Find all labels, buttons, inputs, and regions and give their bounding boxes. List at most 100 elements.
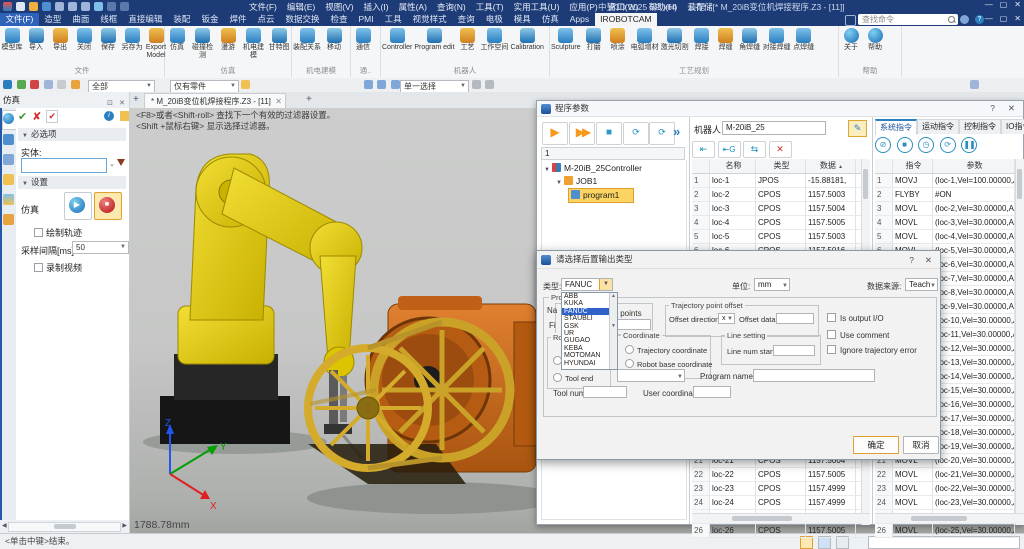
dialog-help-icon[interactable]: ? [909,252,914,269]
apply-options-icon[interactable]: ✔ [46,110,58,123]
filter-type-icon-2[interactable] [377,80,387,89]
type-dropdown-arrow[interactable]: ▼ [599,279,612,290]
save-icon[interactable] [42,2,51,11]
expand-pane-icon[interactable]: » [673,124,680,139]
filter-extra-icon[interactable] [969,80,979,89]
ribbon-tab[interactable]: 检查 [325,13,353,26]
type-option[interactable]: MOTOMAN [562,352,610,359]
instructions-vscrollbar[interactable] [1015,159,1024,525]
ribbon-button[interactable]: 工作空间 [479,28,509,52]
instruction-row[interactable]: 2 FLYBY #ON [875,188,1017,202]
ignore-trajectory-error-checkbox[interactable]: Ignore trajectory error [827,345,917,355]
search-input[interactable]: 查找命令 [858,14,958,25]
ribbon-tab[interactable]: 点云 [252,13,280,26]
ribbon-tab[interactable]: 文件(F) [0,13,39,26]
location-row[interactable]: 23 loc-23 CPOS 1157.4999 [692,482,864,496]
app-logo-icon[interactable] [3,2,12,11]
ribbon-button[interactable]: 通信 [351,28,375,52]
record-video-checkbox[interactable]: 录制视频 [34,261,82,274]
add-selection-icon[interactable] [16,80,26,89]
menu-item[interactable]: 实用工具(U) [509,1,565,13]
panel-tab-assembly-icon[interactable] [3,154,14,165]
stop-simulation-button[interactable]: ■ [94,192,122,220]
instructions-hscrollbar[interactable] [875,513,1024,523]
loop-continuous-button[interactable]: ⟳ [649,122,675,145]
remove-selection-icon[interactable] [30,80,40,89]
menu-item[interactable]: 文件(F) [244,1,282,13]
ribbon-tab[interactable]: 工具 [379,13,407,26]
help-icon[interactable]: ? [975,15,984,24]
loop-once-button[interactable]: ⟳ [623,122,649,145]
settings-section-header[interactable]: ▼ 设置 [18,176,126,189]
new-file-icon[interactable] [16,2,25,11]
flag-icon[interactable] [485,80,495,89]
ribbon-button[interactable]: 角焊缝 [738,28,762,52]
panel-tab-library-icon[interactable] [3,174,14,185]
ribbon-tab[interactable]: PMI [353,13,379,26]
ribbon-button[interactable]: 喷涂 [606,28,630,52]
program-window-help-icon[interactable]: ? [990,101,995,116]
ribbon-button[interactable]: 激光切割 [660,28,690,52]
offset-data-input[interactable] [776,313,814,324]
locations-table-header[interactable]: 名称 类型 数据 ▲ [692,159,864,174]
doc-page-icon[interactable] [120,111,129,121]
confirm-icon[interactable]: ✔ [18,110,27,123]
pause-instruction-icon[interactable]: ❚❚ [961,137,978,153]
instruction-row[interactable]: 22 MOVL (loc-21,Vel=30.00000,Acc=40. [875,468,1017,482]
locations-hscrollbar[interactable] [692,513,870,523]
menu-item[interactable]: 插入(I) [359,1,394,13]
ribbon-button[interactable]: 移动 [322,28,346,52]
location-row[interactable]: 4 loc-4 CPOS 1157.5005 [692,216,864,230]
panel-tab-simulation-icon[interactable] [3,113,14,124]
instructions-table-header[interactable]: 指令 参数 [875,159,1017,174]
filter-funnel-icon[interactable] [117,159,125,166]
use-comment-checkbox[interactable]: Use comment [827,330,889,340]
instruction-row[interactable]: 23 MOVL (loc-22,Vel=30.00000,Acc=40. [875,482,1017,496]
trajectory-coordinate-radio[interactable]: Trajectory coordinate [625,345,707,355]
add-tab-button[interactable]: + [306,94,312,105]
ribbon-tab[interactable]: 直接编辑 [123,13,168,26]
ribbon-tab[interactable]: 焊件 [224,13,252,26]
filter-refresh-icon[interactable] [241,80,251,89]
search-icon[interactable] [948,16,955,23]
ribbon-button[interactable]: 焊缝 [714,28,738,52]
instruction-row[interactable]: 4 MOVL (loc-3,Vel=30.00000,Acc=40.0 [875,216,1017,230]
ribbon-tab[interactable]: 模具 [508,13,536,26]
pick-arrow-icon[interactable] [3,80,12,89]
print-icon[interactable] [55,2,64,11]
undo-icon[interactable] [68,2,77,11]
instruction-row[interactable]: 24 MOVL (loc-23,Vel=30.00000,Acc=40. [875,496,1017,510]
parts-only-dropdown[interactable]: 仅有零件 ▼ [170,79,239,93]
robot-name-input[interactable]: M-20iB_25 [722,121,826,135]
type-option[interactable]: GSK [562,323,610,330]
restore-button[interactable]: ▢ [1000,0,1008,9]
new-document-button[interactable]: + [133,94,139,105]
type-option[interactable]: KUKA [562,300,610,307]
instruction-tab[interactable]: 运动指令 [917,119,959,134]
ribbon-tab[interactable]: 查询 [452,13,480,26]
ribbon-tab[interactable]: 仿真 [536,13,564,26]
instruction-row[interactable]: 1 MOVJ (loc-1,Vel=100.00000,Acc=50. [875,174,1017,188]
ribbon-button[interactable]: 导入 [24,28,48,52]
ribbon-button[interactable]: 帮助 [863,28,887,52]
stop-instruction-icon[interactable]: ■ [896,137,913,153]
timer-instruction-icon[interactable]: ◷ [918,137,935,153]
ribbon-button[interactable]: 装配关系 [292,28,322,52]
ribbon-tab[interactable]: 线框 [95,13,123,26]
ribbon-button[interactable]: Sculpture [550,28,582,52]
menu-item[interactable]: 属性(A) [394,1,432,13]
location-row[interactable]: 5 loc-5 CPOS 1157.5003 [692,230,864,244]
menu-item[interactable]: 视图(V) [320,1,358,13]
ribbon-button[interactable]: Calibration [509,28,544,52]
ribbon-button[interactable]: 模型库 [0,28,24,52]
ribbon-button[interactable]: 碰撞检测 [189,28,216,59]
clock-icon[interactable] [471,80,481,89]
close-button[interactable]: ✕ [1014,0,1021,9]
panel-hscrollbar[interactable] [8,522,121,532]
delete-location-icon[interactable]: ✕ [768,141,792,158]
program-window-close-icon[interactable]: ✕ [1008,101,1015,116]
ribbon-tab[interactable]: Apps [564,13,594,26]
is-output-io-checkbox[interactable]: Is output I/O [827,313,884,323]
location-row[interactable]: 1 loc-1 JPOS -15.88181, [692,174,864,188]
scroll-right-icon[interactable]: ▶ [122,522,127,531]
